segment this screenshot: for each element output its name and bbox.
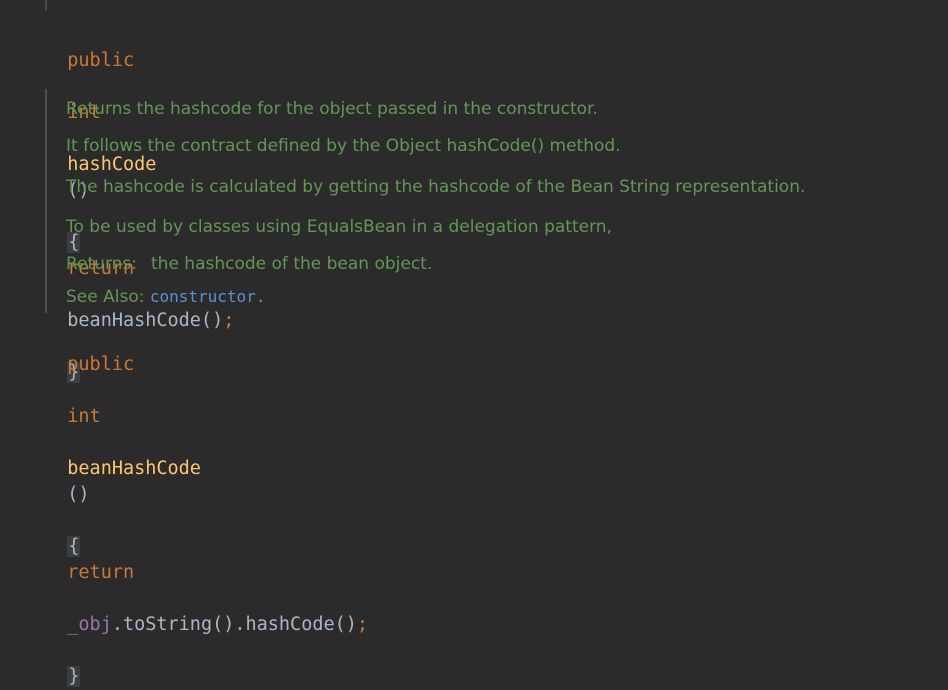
rendered-javadoc[interactable]: Returns the hashcode for the object pass… — [45, 89, 907, 313]
keyword-public: public — [67, 50, 135, 71]
keyword-return: return — [67, 562, 135, 583]
field-obj[interactable]: _obj — [67, 614, 112, 635]
doc-line: To be used by classes using EqualsBean i… — [66, 217, 612, 237]
method-name-beanhashcode[interactable]: beanHashCode — [67, 458, 201, 479]
doc-line: Returns the hashcode for the object pass… — [66, 99, 598, 119]
method-call-chain[interactable]: .toString().hashCode(); — [112, 614, 368, 635]
fold-brace-open[interactable]: { — [67, 536, 81, 557]
keyword-public: public — [67, 354, 135, 375]
doc-see-also-label: See Also: — [66, 287, 145, 307]
doc-returns-text: the hashcode of the bean object. — [151, 254, 433, 274]
doc-returns: Returns: the hashcode of the bean object. — [66, 253, 432, 275]
method-parens: () — [67, 484, 90, 505]
doc-returns-label: Returns: — [66, 254, 137, 274]
doc-line: The hashcode is calculated by getting th… — [66, 177, 806, 197]
doc-line: It follows the contract defined by the O… — [66, 136, 621, 156]
keyword-int: int — [67, 406, 101, 427]
code-line-beanhashcode[interactable]: public int beanHashCode () { return _obj… — [45, 326, 368, 687]
fold-brace-close[interactable]: } — [67, 666, 81, 687]
fold-gutter-mark — [45, 0, 47, 10]
code-line-hashcode[interactable]: public int hashCode () { return beanHash… — [45, 22, 234, 383]
semicolon: ; — [356, 614, 369, 635]
doc-see-also-link[interactable]: constructor. — [150, 287, 266, 306]
doc-see-also: See Also: constructor. — [66, 286, 265, 308]
